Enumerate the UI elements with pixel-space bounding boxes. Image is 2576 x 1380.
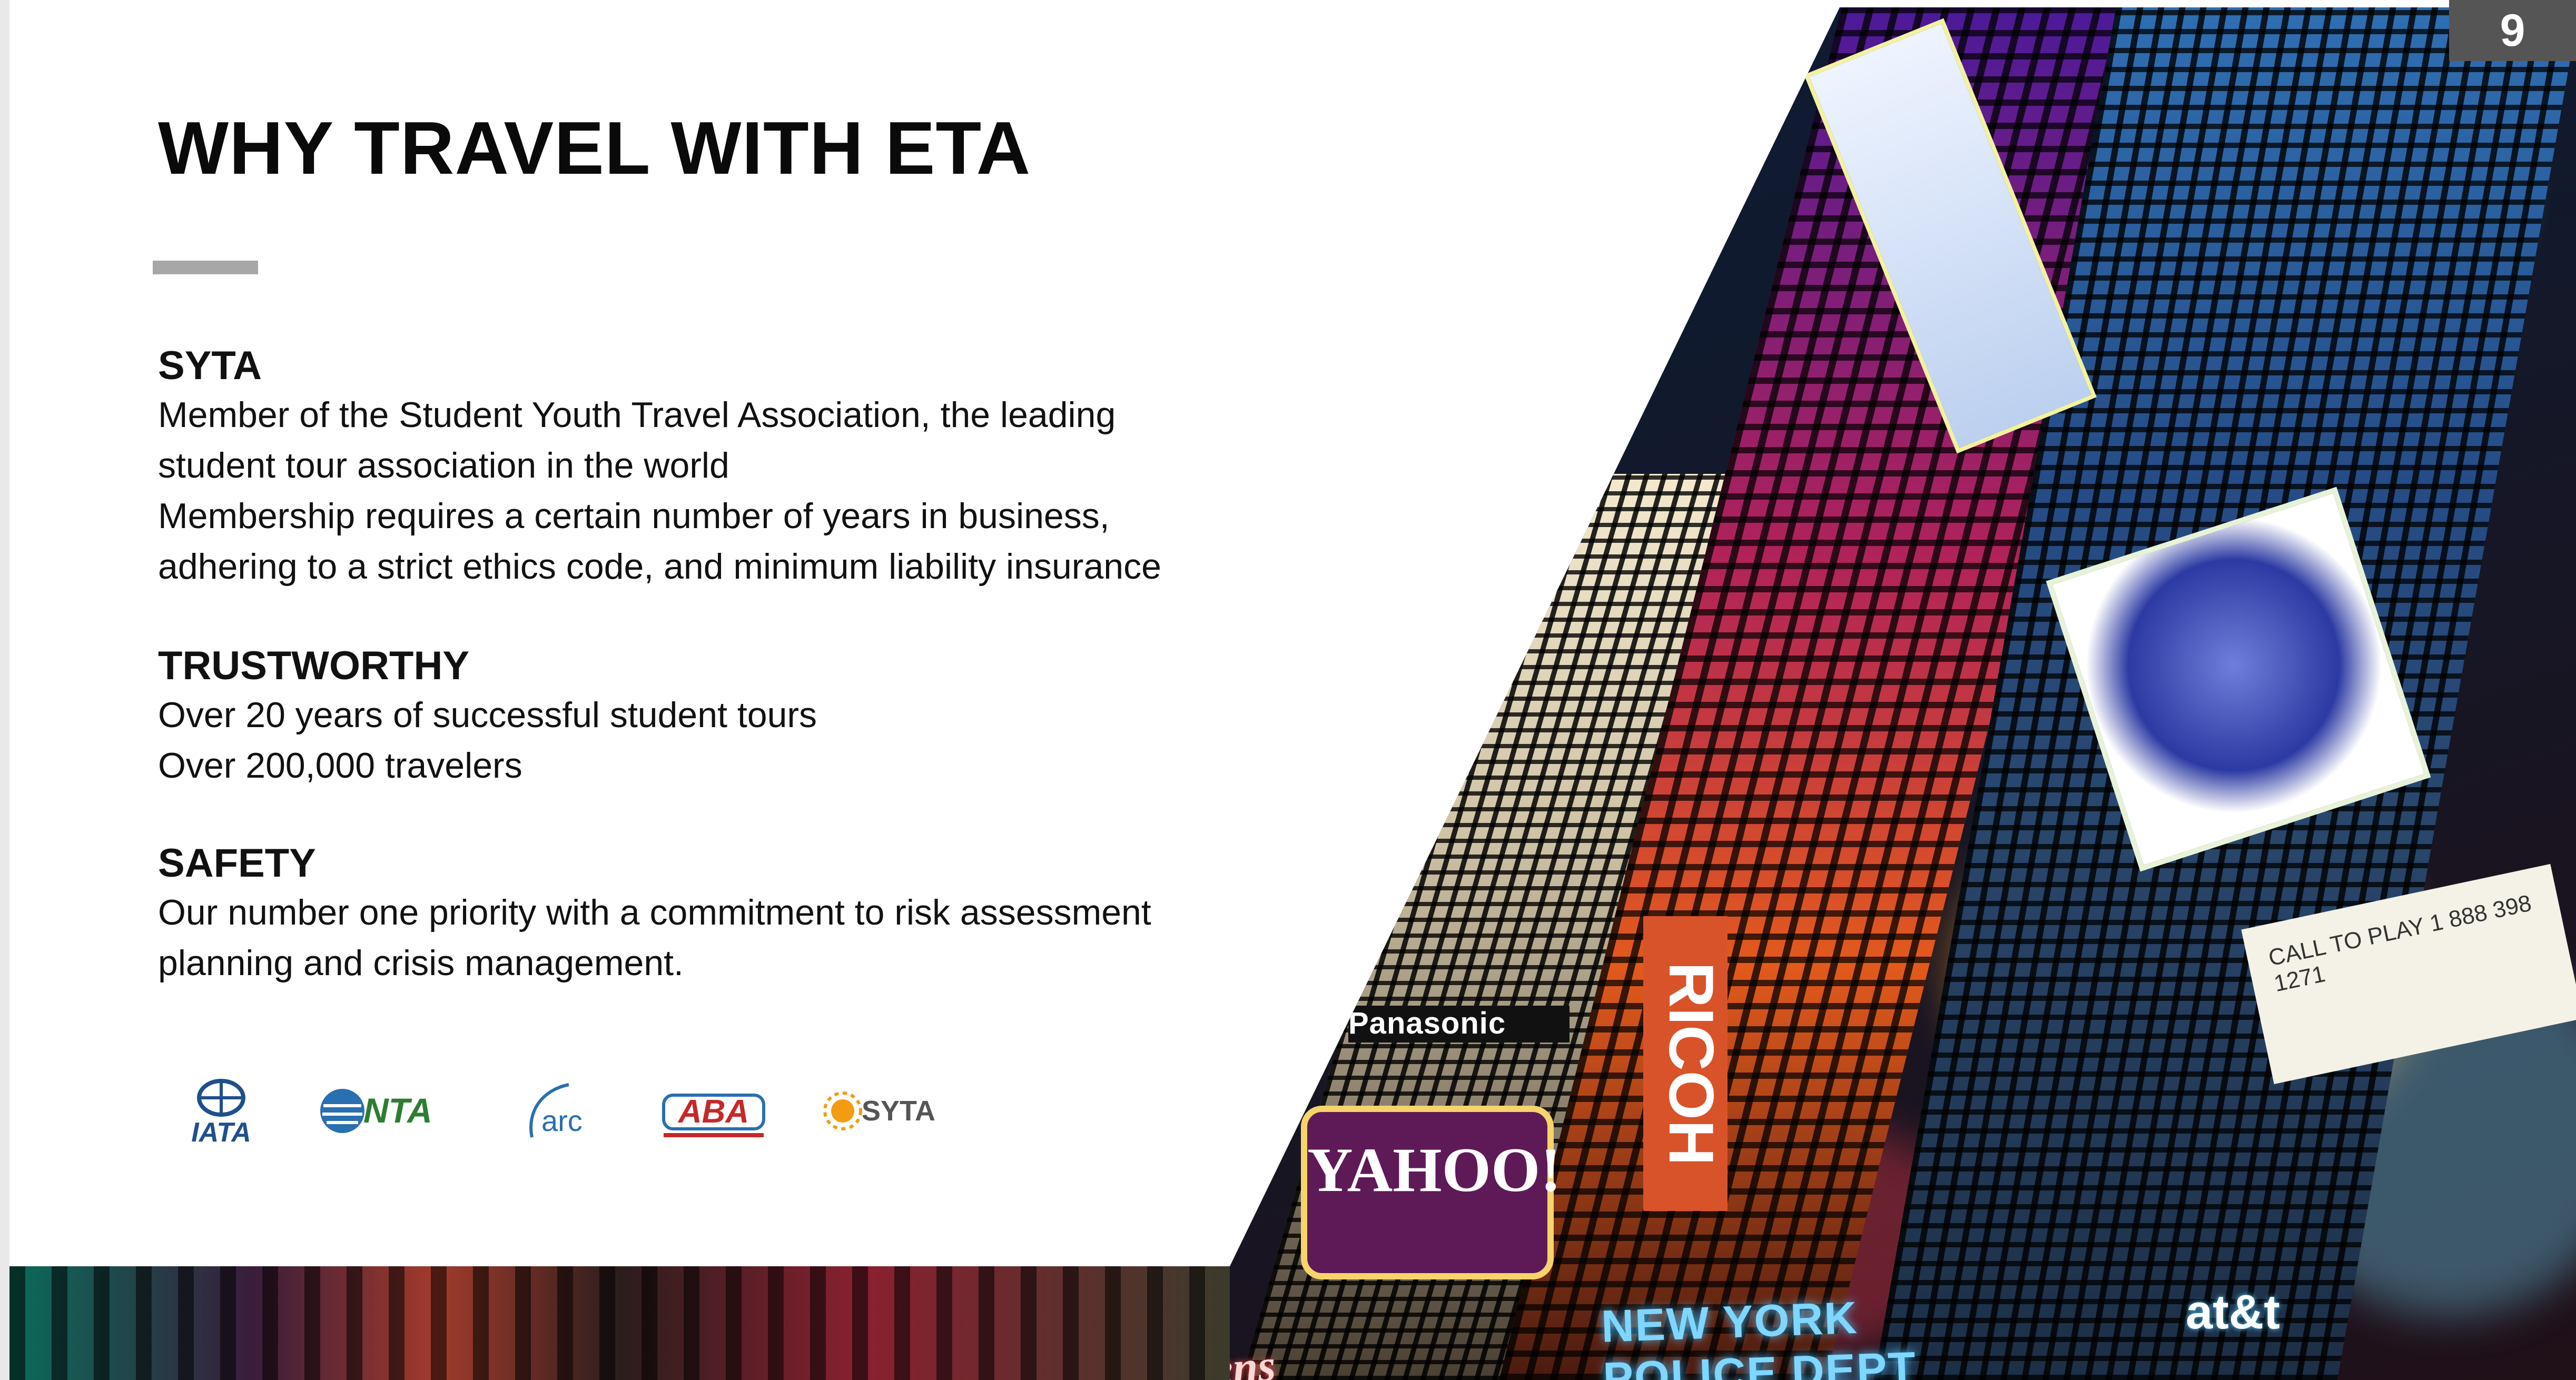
slide-left-edge	[0, 0, 9, 1380]
globe-icon: IATA	[191, 1079, 251, 1148]
section-line: Membership requires a certain number of …	[158, 496, 1110, 536]
nta-logo-text: NTA	[363, 1091, 432, 1130]
section-line: Over 200,000 travelers	[158, 746, 522, 786]
page-number: 9	[2449, 0, 2576, 61]
section-line: adhering to a strict ethics code, and mi…	[158, 547, 1161, 587]
aba-logo: ABA	[648, 1074, 785, 1148]
section-heading: SAFETY	[158, 841, 316, 886]
bus-icon: ABA	[662, 1094, 765, 1137]
arc-swoosh-icon: arc	[529, 1083, 583, 1138]
slide: CALL TO PLAY 1 888 398 1271 RICOH Panaso…	[0, 0, 2576, 1380]
syta-logo-text: SYTA	[862, 1095, 935, 1127]
section-line: Member of the Student Youth Travel Assoc…	[158, 395, 1116, 435]
photo-sign-panasonic: Panasonic	[1348, 1006, 1570, 1043]
sun-icon: SYTA	[823, 1091, 935, 1130]
section-trustworthy: TRUSTWORTHY Over 20 years of successful …	[158, 642, 1369, 791]
photo-sign-yahoo: YAHOO!	[1301, 1106, 1561, 1279]
section-line: planning and crisis management.	[158, 943, 684, 983]
nta-logo: NTA	[311, 1074, 469, 1148]
section-heading: SYTA	[158, 343, 262, 388]
aba-logo-text: ABA	[677, 1094, 749, 1130]
section-heading: TRUSTWORTHY	[158, 643, 470, 688]
section-line: student tour association in the world	[158, 445, 729, 485]
syta-logo: SYTA	[822, 1074, 943, 1148]
partner-logos: IATA NTA arc ABA SYTA	[174, 1074, 964, 1148]
section-safety: SAFETY Our number one priority with a co…	[158, 840, 1369, 988]
arc-logo-text: arc	[541, 1104, 583, 1137]
title-underline	[153, 261, 258, 274]
photo-sign-ricoh: RICOH	[1643, 916, 1728, 1211]
nta-globe-icon: NTA	[320, 1089, 432, 1133]
section-line: Over 20 years of successful student tour…	[158, 695, 817, 735]
photo-sign-att: at&t	[2186, 1285, 2280, 1339]
iata-logo: IATA	[174, 1074, 269, 1148]
bottom-photo-strip	[9, 1266, 1230, 1380]
section-syta: SYTA Member of the Student Youth Travel …	[158, 342, 1369, 592]
section-line: Our number one priority with a commitmen…	[158, 892, 1151, 932]
slide-title: WHY TRAVEL WITH ETA	[158, 106, 1031, 190]
iata-logo-text: IATA	[191, 1117, 251, 1148]
arc-logo: arc	[511, 1074, 606, 1148]
